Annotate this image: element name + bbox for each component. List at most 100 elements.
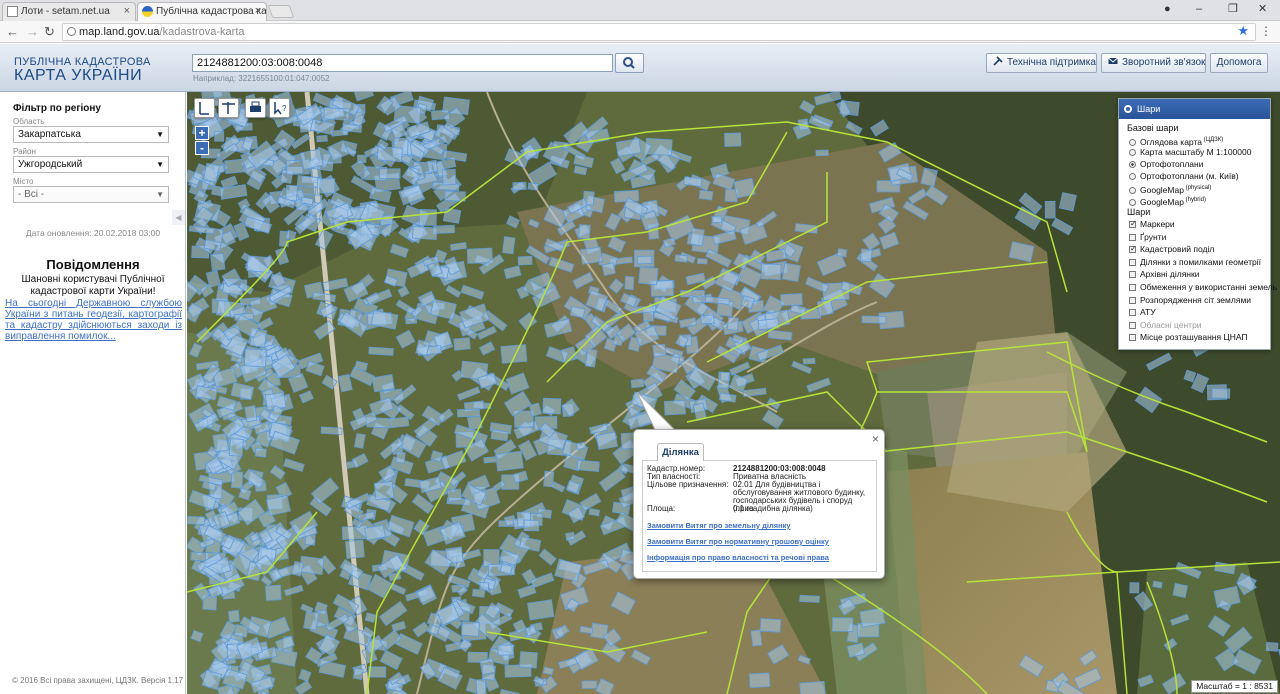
oblast-label: Область — [13, 117, 45, 126]
checkbox-icon[interactable] — [1129, 321, 1136, 329]
new-tab-button[interactable] — [267, 5, 295, 18]
tech-support-button[interactable]: Технічна підтримка — [986, 53, 1097, 73]
measure-length-button[interactable] — [194, 98, 215, 118]
info-icon[interactable] — [67, 27, 76, 36]
close-icon[interactable]: × — [872, 432, 879, 446]
overlay-layer-option[interactable]: Архівні ділянки — [1129, 269, 1199, 280]
base-layer-option[interactable]: Карта масштабу М 1:100000 — [1129, 147, 1251, 158]
overlay-layer-option[interactable]: Ґрунти — [1129, 232, 1166, 243]
zoom-out-button[interactable]: - — [195, 141, 209, 155]
base-layer-option[interactable]: Оглядова карта (ЦДЗК) — [1129, 135, 1223, 147]
checkbox-icon[interactable] — [1129, 218, 1137, 229]
order-land-extract-link[interactable]: Замовити Витяг про земельну ділянку — [647, 521, 791, 530]
page-icon — [7, 6, 18, 17]
base-layer-option[interactable]: Ортофотоплани (м. Київ) — [1129, 171, 1239, 182]
checkbox-icon[interactable] — [1129, 233, 1136, 241]
overlay-layers-title: Шари — [1127, 207, 1151, 217]
cadastral-search-input[interactable] — [192, 54, 613, 72]
city-select[interactable]: - Всі - ▼ — [13, 186, 169, 203]
window-close-icon[interactable]: ✕ — [1258, 2, 1267, 16]
feedback-button[interactable]: Зворотний зв'язок — [1101, 53, 1206, 73]
overlay-layer-option[interactable]: АТУ — [1129, 307, 1156, 318]
notice-link[interactable]: На сьогодні Державною службою України з … — [5, 298, 182, 342]
overlay-layer-option[interactable]: Ділянки з помилками геометрії — [1129, 257, 1261, 268]
gear-icon — [1124, 105, 1132, 113]
area-label: Площа: — [647, 504, 676, 513]
base-layer-option[interactable]: GoogleMap (hybrid) — [1129, 195, 1206, 207]
address-bar[interactable]: map.land.gov.ua/kadastrova-karta ★ — [62, 23, 1256, 41]
overlay-layer-option[interactable]: Кадастровий поділ — [1129, 243, 1214, 255]
popup-tab-parcel[interactable]: Ділянка — [657, 443, 704, 461]
overlay-layer-label: Архівні ділянки — [1140, 269, 1200, 280]
base-layer-label: GoogleMap — [1140, 196, 1184, 207]
browser-tab-setam[interactable]: Лоти - setam.net.ua × — [2, 2, 136, 21]
back-icon[interactable]: ← — [6, 24, 19, 39]
browser-toolbar: ← → ↻ map.land.gov.ua/kadastrova-karta ★… — [0, 21, 1280, 43]
browser-tab-bar: Лоти - setam.net.ua × Публічна кадастров… — [0, 0, 1280, 21]
raion-select[interactable]: Ужгородський ▼ — [13, 156, 169, 173]
update-date: Дата оновлення: 20.02.2018 03:00 — [25, 228, 161, 238]
app-header: ПУБЛІЧНА КАДАСТРОВА КАРТА УКРАЇНИ Наприк… — [0, 44, 1280, 92]
ownership-info-link[interactable]: Інформація про право власності та речові… — [647, 553, 829, 562]
profile-icon[interactable]: ● — [1164, 2, 1171, 16]
base-layer-sup: (hybrid) — [1183, 197, 1206, 203]
overlay-layer-label: Обмеження у використанні земель — [1140, 282, 1278, 292]
close-tab-icon[interactable]: × — [255, 3, 261, 20]
radio-icon[interactable] — [1129, 186, 1136, 194]
layers-panel-header[interactable]: Шари — [1119, 99, 1270, 119]
oblast-select[interactable]: Закарпатська ▼ — [13, 126, 169, 143]
search-button[interactable] — [615, 53, 644, 73]
browser-tab-kadastr[interactable]: Публічна кадастрова ка × — [137, 2, 267, 21]
order-valuation-extract-link[interactable]: Замовити Витяг про нормативну грошову оц… — [647, 537, 829, 546]
bookmark-star-icon[interactable]: ★ — [1237, 23, 1249, 39]
base-layer-label: Оглядова карта — [1140, 136, 1202, 147]
help-button[interactable]: Допомога — [1210, 53, 1268, 73]
search-icon — [623, 57, 635, 69]
overlay-layer-option[interactable]: Маркери — [1129, 218, 1175, 230]
overlay-layer-option[interactable]: Обласні центри — [1129, 320, 1202, 331]
base-layer-option[interactable]: Ортофотоплани — [1129, 159, 1203, 170]
overlay-layer-option[interactable]: Розпорядження сіт землями — [1129, 295, 1251, 306]
raion-value: Ужгородський — [18, 159, 83, 170]
checkbox-icon[interactable] — [1129, 309, 1136, 317]
notice-greeting: Шановні користувачі Публічної кадастрово… — [21, 274, 165, 297]
radio-icon[interactable] — [1129, 173, 1136, 180]
base-layer-option[interactable]: GoogleMap (physical) — [1129, 183, 1211, 195]
radio-icon[interactable] — [1129, 138, 1136, 146]
minimize-icon[interactable]: – — [1196, 2, 1202, 16]
collapse-sidebar-button[interactable]: ◀ — [172, 210, 185, 225]
identify-button[interactable]: ? — [269, 98, 290, 118]
area-measure-icon — [222, 102, 235, 114]
measure-area-button[interactable] — [218, 98, 239, 118]
chevron-down-icon: ▼ — [156, 130, 164, 139]
maximize-icon[interactable]: ❐ — [1228, 2, 1238, 16]
overlay-layer-option[interactable]: Місце розташування ЦНАП — [1129, 332, 1248, 343]
overlay-layer-label: Ділянки з помилками геометрії — [1140, 256, 1261, 267]
overlay-layer-label: Маркери — [1140, 219, 1175, 229]
forward-icon[interactable]: → — [26, 24, 39, 39]
base-layer-label: Ортофотоплани — [1140, 159, 1204, 169]
checkbox-icon[interactable] — [1129, 334, 1136, 342]
radio-icon[interactable] — [1129, 198, 1136, 206]
zoom-in-button[interactable]: + — [195, 126, 209, 140]
base-layer-label: Карта масштабу М 1:100000 — [1140, 147, 1252, 157]
checkbox-icon[interactable] — [1129, 243, 1137, 254]
svg-text:?: ? — [282, 104, 287, 113]
browser-menu-icon[interactable]: ⋮ — [1260, 24, 1272, 38]
close-tab-icon[interactable]: × — [124, 3, 130, 20]
checkbox-icon[interactable] — [1129, 271, 1136, 279]
reload-icon[interactable]: ↻ — [44, 24, 55, 39]
boundary-lines — [187, 121, 1280, 694]
pointer-question-icon: ? — [274, 102, 287, 115]
base-layer-label: Ортофотоплани (м. Київ) — [1140, 171, 1239, 181]
overlay-layer-option[interactable]: Обмеження у використанні земель — [1129, 282, 1277, 293]
radio-icon[interactable] — [1129, 149, 1136, 156]
print-button[interactable] — [245, 98, 266, 118]
checkbox-icon[interactable] — [1129, 258, 1136, 266]
checkbox-icon[interactable] — [1129, 296, 1136, 304]
map-canvas[interactable]: ? + - Шари Базові шари Шари Оглядова кар… — [187, 92, 1280, 694]
checkbox-icon[interactable] — [1129, 284, 1136, 291]
printer-icon — [250, 101, 261, 112]
radio-icon[interactable] — [1129, 161, 1136, 168]
search-example-hint: Наприклад: 3221655100:01:047:0052 — [193, 74, 330, 83]
